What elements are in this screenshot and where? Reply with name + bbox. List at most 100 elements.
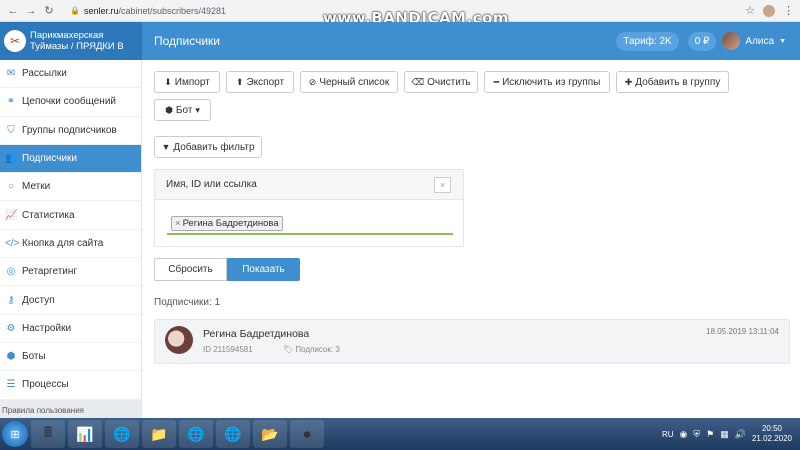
sidebar-item-statistics[interactable]: 📈 Статистика — [0, 201, 141, 230]
sidebar-item-groups[interactable]: ⛉ Группы подписчиков — [0, 117, 141, 145]
export-label: Экспорт — [246, 76, 285, 88]
page-title: Подписчики — [154, 34, 221, 48]
language-indicator[interactable]: RU — [662, 430, 674, 439]
sidebar-item-processes[interactable]: ☰ Процессы — [0, 371, 141, 400]
filter-panel-header: Имя, ID или ссылка × — [155, 170, 463, 200]
taskbar-chrome-icon[interactable]: 🌐 — [105, 420, 139, 448]
import-button[interactable]: ⬇ Импорт — [154, 71, 220, 93]
tag-remove-icon[interactable]: × — [175, 218, 181, 229]
sidebar-item-subscribers[interactable]: 👥 Подписчики — [0, 144, 141, 174]
reset-button[interactable]: Сбросить — [154, 258, 227, 281]
exclude-from-group-button[interactable]: ━ Исключить из группы — [484, 71, 610, 93]
sidebar-item-site-button[interactable]: </> Кнопка для сайта — [0, 230, 141, 259]
forward-icon[interactable]: → — [24, 4, 38, 18]
blacklist-button[interactable]: ⊘ Черный список — [300, 71, 398, 93]
ban-icon: ⊘ — [308, 76, 317, 87]
terms-link[interactable]: Правила пользования — [0, 400, 141, 418]
list-icon: ☰ — [6, 379, 16, 391]
code-icon: </> — [5, 237, 20, 249]
clear-label: Очистить — [427, 76, 471, 88]
filter-tag-label: Регина Бадретдинова — [182, 217, 279, 229]
android-icon: ⬢ — [6, 351, 16, 363]
taskbar-calculator-icon[interactable]: 🖩 — [31, 420, 65, 448]
taskbar-explorer-icon[interactable]: 📂 — [253, 420, 287, 448]
target-icon: ◎ — [6, 266, 16, 278]
add-to-group-button[interactable]: ✚ Добавить в группу — [616, 71, 729, 93]
taskbar-folder-icon[interactable]: 📁 — [142, 420, 176, 448]
sidebar-item-label: Кнопка для сайта — [22, 237, 104, 249]
exclude-label: Исключить из группы — [502, 76, 601, 88]
user-menu[interactable]: Алиса ▼ — [722, 32, 786, 50]
flag-icon[interactable]: ⚑ — [706, 429, 714, 440]
filter-tag[interactable]: × Регина Бадретдинова — [171, 215, 283, 231]
profile-avatar[interactable] — [763, 4, 775, 17]
sidebar-item-label: Боты — [22, 351, 46, 363]
show-button[interactable]: Показать — [227, 258, 300, 281]
start-button[interactable]: ⊞ — [2, 421, 28, 447]
lock-icon: 🔒 — [70, 6, 80, 15]
key-icon: ⚷ — [7, 294, 15, 306]
add-filter-button[interactable]: ▼ Добавить фильтр — [154, 136, 262, 158]
menu-dots-icon[interactable]: ⋮ — [783, 4, 794, 17]
filter-title: Имя, ID или ссылка — [166, 179, 257, 190]
filter-icon: ▼ — [161, 142, 171, 152]
brand-name-line-1: Парикмахерская — [30, 30, 104, 41]
subscriber-avatar[interactable] — [165, 326, 193, 354]
tariff-badge[interactable]: Тариф: 2K — [616, 31, 679, 51]
add-to-group-label: Добавить в группу — [635, 76, 721, 88]
sidebar-item-access[interactable]: ⚷ Доступ — [0, 286, 141, 315]
bot-dropdown[interactable]: ⬢ Бот ▾ — [154, 99, 211, 121]
balance-badge[interactable]: 0 ₽ — [687, 31, 717, 51]
envelope-icon: ✉ — [6, 68, 16, 80]
sidebar-item-bots[interactable]: ⬢ Боты — [0, 343, 141, 372]
import-label: Импорт — [174, 76, 210, 88]
sidebar-item-label: Метки — [22, 181, 51, 193]
url-path: /cabinet/subscribers/49281 — [118, 5, 227, 16]
android-icon: ⬢ — [165, 104, 173, 115]
taskbar-chrome-icon[interactable]: 🌐 — [179, 420, 213, 448]
shield-icon[interactable]: ⛨ — [693, 429, 700, 440]
windows-taskbar: ⊞ 🖩 📊 🌐 📁 🌐 🌐 📂 ⏺ RU ◉ ⛨ ⚑ ▦ 🔊 20:50 21.… — [0, 418, 800, 450]
subscriber-name[interactable]: Регина Бадретдинова — [203, 328, 309, 340]
upload-icon: ⬆ — [235, 76, 244, 87]
bot-label: Бот — [175, 104, 193, 116]
back-icon[interactable]: ← — [6, 4, 20, 18]
clock-date: 21.02.2020 — [751, 434, 792, 443]
taskbar-chrome-icon[interactable]: 🌐 — [216, 420, 250, 448]
reload-icon[interactable]: ↻ — [42, 4, 56, 18]
filter-tag-input[interactable]: × Регина Бадретдинова — [167, 213, 453, 235]
clock-time: 20:50 — [761, 424, 782, 433]
chevron-down-icon: ▼ — [779, 37, 786, 45]
record-icon[interactable]: ◉ — [680, 429, 688, 440]
star-icon[interactable]: ☆ — [745, 4, 755, 17]
user-avatar — [722, 32, 741, 50]
sidebar-item-label: Процессы — [22, 379, 69, 391]
taskbar-app-icon[interactable]: 📊 — [68, 420, 102, 448]
sidebar-item-tags[interactable]: ○ Метки — [0, 173, 141, 202]
brand-block[interactable]: ✂ Парикмахерская Туймазы / ПРЯДКИ В — [0, 22, 142, 60]
brand-name: Парикмахерская Туймазы / ПРЯДКИ В — [30, 30, 124, 52]
sidebar-item-settings[interactable]: ⚙ Настройки — [0, 315, 141, 343]
sidebar-item-label: Подписчики — [22, 153, 78, 165]
taskbar-record-icon[interactable]: ⏺ — [290, 420, 324, 448]
sidebar-item-chains[interactable]: ⚭ Цепочки сообщений — [0, 88, 141, 117]
tag-icon: 🏷 — [283, 345, 294, 354]
clock[interactable]: 20:50 21.02.2020 — [752, 424, 792, 444]
caret-down-icon: ▾ — [195, 104, 200, 115]
tag-icon: ⛉ — [7, 124, 15, 136]
clear-button[interactable]: ⌫ Очистить — [404, 71, 478, 93]
subscriber-subscriptions: 🏷 Подписок: 3 — [283, 345, 340, 354]
sidebar-item-mailings[interactable]: ✉ Рассылки — [0, 60, 141, 89]
network-icon[interactable]: ▦ — [720, 429, 729, 440]
subscriber-date: 18.05.2019 13:11:04 — [706, 327, 779, 336]
sidebar-item-retargeting[interactable]: ◎ Ретаргетинг — [0, 258, 141, 287]
plus-icon: ✚ — [624, 76, 633, 87]
volume-icon[interactable]: 🔊 — [735, 429, 746, 440]
subscriber-card[interactable]: Регина Бадретдинова ID 211594581 🏷 Подпи… — [154, 319, 790, 364]
close-icon[interactable]: × — [434, 177, 451, 193]
gears-icon: ⚙ — [6, 322, 16, 334]
sidebar: ✉ Рассылки ⚭ Цепочки сообщений ⛉ Группы под… — [0, 60, 142, 418]
circle-icon: ○ — [7, 181, 15, 193]
chart-icon: 📈 — [5, 209, 18, 221]
export-button[interactable]: ⬆ Экспорт — [226, 71, 294, 93]
